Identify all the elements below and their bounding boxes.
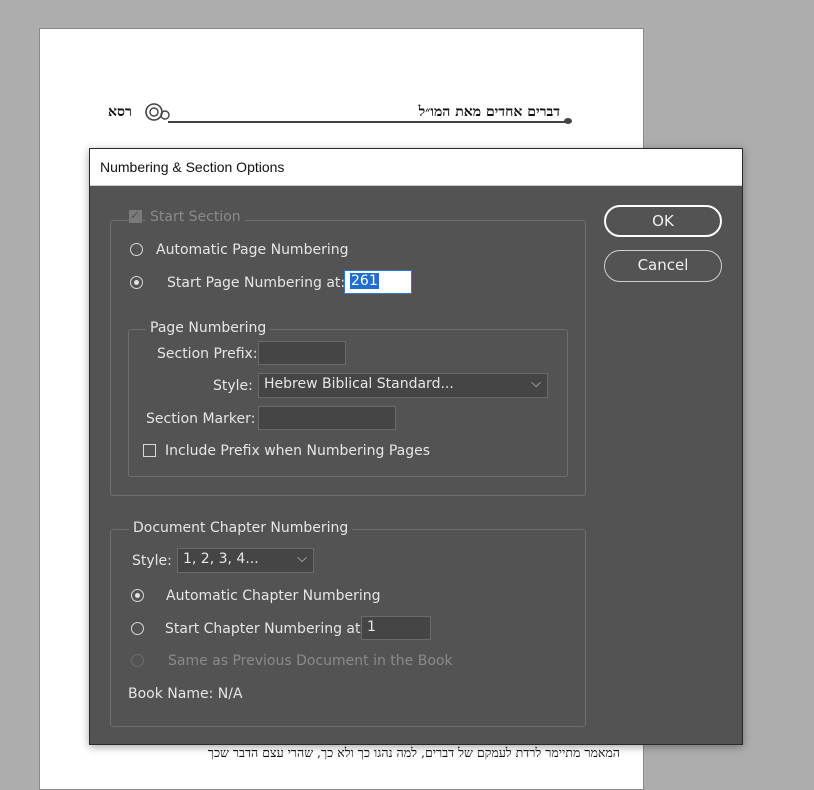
page-style-label: Style: — [213, 378, 253, 394]
start-chapter-numbering-radio[interactable] — [131, 622, 144, 635]
running-head-page-number: רסא — [108, 104, 132, 120]
section-marker-label: Section Marker: — [146, 411, 256, 427]
cancel-button[interactable]: Cancel — [604, 250, 722, 282]
start-page-number-input[interactable]: 261 — [344, 270, 412, 294]
header-rule — [168, 121, 568, 123]
start-chapter-numbering-label: Start Chapter Numbering at: — [165, 621, 366, 637]
page-style-select[interactable]: Hebrew Biblical Standard... ⌵ — [258, 373, 548, 398]
section-prefix-label: Section Prefix: — [157, 346, 258, 362]
section-prefix-input[interactable] — [258, 341, 346, 365]
page-style-value: Hebrew Biblical Standard... — [264, 376, 454, 392]
book-name-label: Book Name: N/A — [128, 686, 243, 702]
section-marker-input[interactable] — [258, 406, 396, 430]
body-text-line: המאמר מתיימר לרדת לעמקם של דברים, למה נה… — [207, 745, 620, 760]
start-section-checkbox[interactable] — [129, 208, 142, 223]
chapter-style-value: 1, 2, 3, 4... — [183, 551, 259, 567]
include-prefix-checkbox[interactable] — [143, 444, 156, 457]
start-page-numbering-label: Start Page Numbering at: — [167, 275, 346, 291]
dialog-content: Start Section Automatic Page Numbering S… — [90, 186, 742, 744]
page-numbering-group-title: Page Numbering — [146, 320, 271, 336]
chapter-style-label: Style: — [132, 553, 172, 569]
chapter-numbering-group-title: Document Chapter Numbering — [129, 520, 353, 536]
start-chapter-number-input[interactable]: 1 — [361, 616, 431, 640]
same-as-previous-label: Same as Previous Document in the Book — [168, 653, 453, 669]
chevron-down-icon: ⌵ — [297, 551, 307, 566]
dialog-title: Numbering & Section Options — [100, 159, 285, 175]
chevron-down-icon: ⌵ — [531, 376, 541, 391]
start-page-number-value: 261 — [350, 273, 379, 289]
ok-button[interactable]: OK — [604, 205, 722, 237]
automatic-chapter-numbering-radio[interactable] — [131, 589, 144, 602]
start-page-numbering-radio[interactable] — [130, 276, 143, 289]
automatic-chapter-numbering-label: Automatic Chapter Numbering — [166, 588, 381, 604]
running-head-title: דברים אחדים מאת המו״ל — [418, 104, 560, 120]
automatic-page-numbering-radio[interactable] — [130, 243, 143, 256]
chapter-style-select[interactable]: 1, 2, 3, 4... ⌵ — [177, 548, 314, 573]
same-as-previous-radio[interactable] — [131, 654, 144, 667]
header-rule-tip — [564, 118, 572, 124]
start-section-label: Start Section — [146, 209, 245, 225]
dialog-titlebar[interactable]: Numbering & Section Options — [90, 149, 742, 186]
automatic-page-numbering-label: Automatic Page Numbering — [156, 242, 349, 258]
numbering-section-dialog: Numbering & Section Options Start Sectio… — [89, 148, 743, 745]
include-prefix-label: Include Prefix when Numbering Pages — [165, 443, 431, 459]
